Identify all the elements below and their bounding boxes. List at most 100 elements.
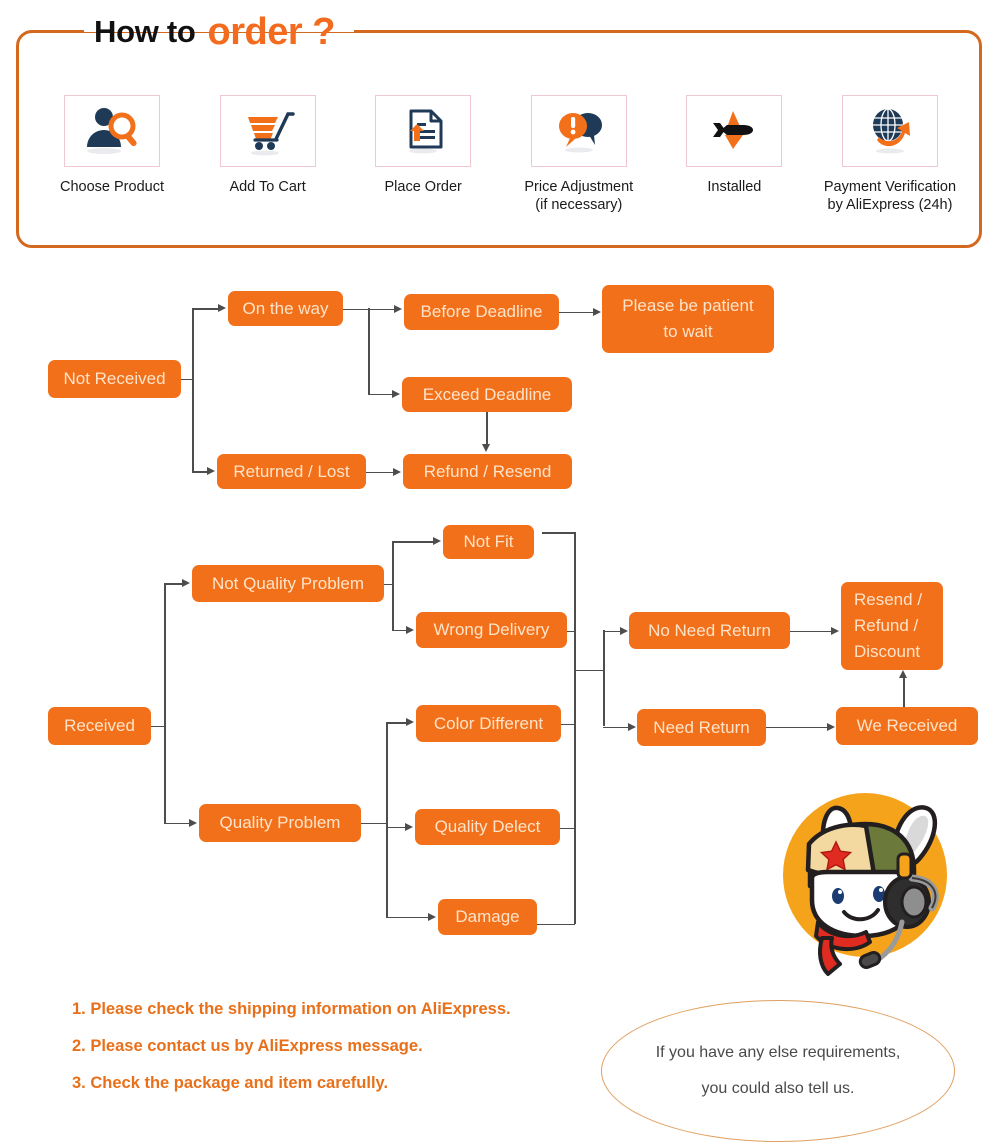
connector [603,726,628,729]
page-title: How to order ? [94,8,335,56]
node-not-fit[interactable]: Not Fit [443,525,534,559]
connector [151,725,165,728]
connector [766,726,827,729]
node-not-received[interactable]: Not Received [48,360,181,398]
footer-note: 1. Please check the shipping information… [72,1000,511,1018]
connector [386,826,405,829]
connector [368,308,370,394]
arrow-icon [593,307,601,316]
step-choose-product[interactable]: Choose Product [36,95,188,196]
requirements-callout: If you have any else requirements, you c… [601,1000,955,1142]
airplane-icon [686,95,783,167]
connector [386,916,428,919]
connector [192,471,207,473]
arrow-icon [406,625,414,634]
arrow-icon [428,912,436,921]
connector [192,308,194,472]
node-resend-refund-discount[interactable]: Resend / Refund / Discount [841,582,943,670]
arrow-icon [189,818,197,827]
mascot-illustration [762,782,968,978]
node-color-different[interactable]: Color Different [416,705,561,742]
node-need-return[interactable]: Need Return [637,709,766,746]
arrow-icon [620,626,628,635]
connector [537,923,575,926]
node-quality-problem[interactable]: Quality Problem [199,804,361,842]
person-search-icon [64,95,160,167]
footer-note: 2. Please contact us by AliExpress messa… [72,1037,423,1055]
node-line2: Refund / [854,616,919,635]
connector [561,723,575,726]
node-received[interactable]: Received [48,707,151,745]
connector [790,630,831,633]
connector [392,541,394,630]
arrow-icon [392,389,400,398]
step-label: Payment Verification by AliExpress (24h) [824,178,956,214]
connector [386,722,388,917]
connector [361,822,373,825]
connector [603,630,620,633]
step-label: Choose Product [60,179,164,195]
connector [903,678,905,707]
connector [164,583,182,585]
step-installed[interactable]: Installed [658,95,810,196]
connector [392,541,433,543]
connector [164,822,189,825]
step-label-line1: Payment Verification [823,179,957,195]
node-line3: Discount [854,642,921,661]
step-label: Add To Cart [229,179,306,195]
node-no-need-return[interactable]: No Need Return [629,612,790,649]
step-place-order[interactable]: Place Order [347,95,499,196]
arrow-icon [405,822,413,831]
node-refund-resend[interactable]: Refund / Resend [403,454,572,489]
node-returned-lost[interactable]: Returned / Lost [217,454,366,489]
connector [542,532,575,534]
step-label-line2: (if necessary) [535,197,623,213]
connector [192,308,218,310]
connector [373,822,386,825]
node-line1: Please be patient [622,296,754,315]
step-price-adjustment[interactable]: Price Adjustment (if necessary) [503,95,655,214]
connector [486,412,488,444]
node-before-deadline[interactable]: Before Deadline [404,294,559,330]
node-not-quality-problem[interactable]: Not Quality Problem [192,565,384,602]
shopping-cart-icon [219,95,316,167]
node-damage[interactable]: Damage [438,899,537,935]
arrow-icon [393,467,401,476]
connector [392,629,406,632]
connector [560,827,575,830]
connector [386,722,406,724]
step-label-line2: by AliExpress (24h) [827,197,953,213]
arrow-icon [482,444,490,452]
arrow-icon [433,537,441,545]
connector [559,311,593,314]
step-add-to-cart[interactable]: Add To Cart [192,95,344,196]
node-quality-delect[interactable]: Quality Delect [415,809,560,845]
node-please-be-patient[interactable]: Please be patient to wait [602,285,774,353]
order-steps: Choose Product Add To Cart Place Order P… [36,95,966,240]
node-we-received[interactable]: We Received [836,707,978,745]
connector [366,471,393,474]
node-wrong-delivery[interactable]: Wrong Delivery [416,612,567,648]
step-label: Price Adjustment (if necessary) [524,178,633,214]
globe-arrow-icon [841,95,938,167]
arrow-icon [394,304,402,313]
arrow-icon [831,626,839,635]
document-upload-icon [375,95,472,167]
node-line1: Resend / [854,590,923,609]
footer-note: 3. Check the package and item carefully. [72,1074,389,1092]
node-exceed-deadline[interactable]: Exceed Deadline [402,377,572,412]
page-title-black: How to [94,14,196,49]
speech-bubbles-alert-icon [530,95,627,167]
arrow-icon [827,722,835,731]
connector [574,669,604,672]
connector [164,583,166,823]
arrow-icon [406,718,414,726]
arrow-icon [182,579,190,587]
step-label: Installed [707,179,762,195]
step-payment-verification[interactable]: Payment Verification by AliExpress (24h) [814,95,966,214]
callout-line2: you could also tell us. [701,1080,855,1097]
arrow-icon [628,722,636,731]
step-label: Place Order [384,179,462,195]
node-on-the-way[interactable]: On the way [228,291,343,326]
page-title-orange: order ? [207,10,336,53]
